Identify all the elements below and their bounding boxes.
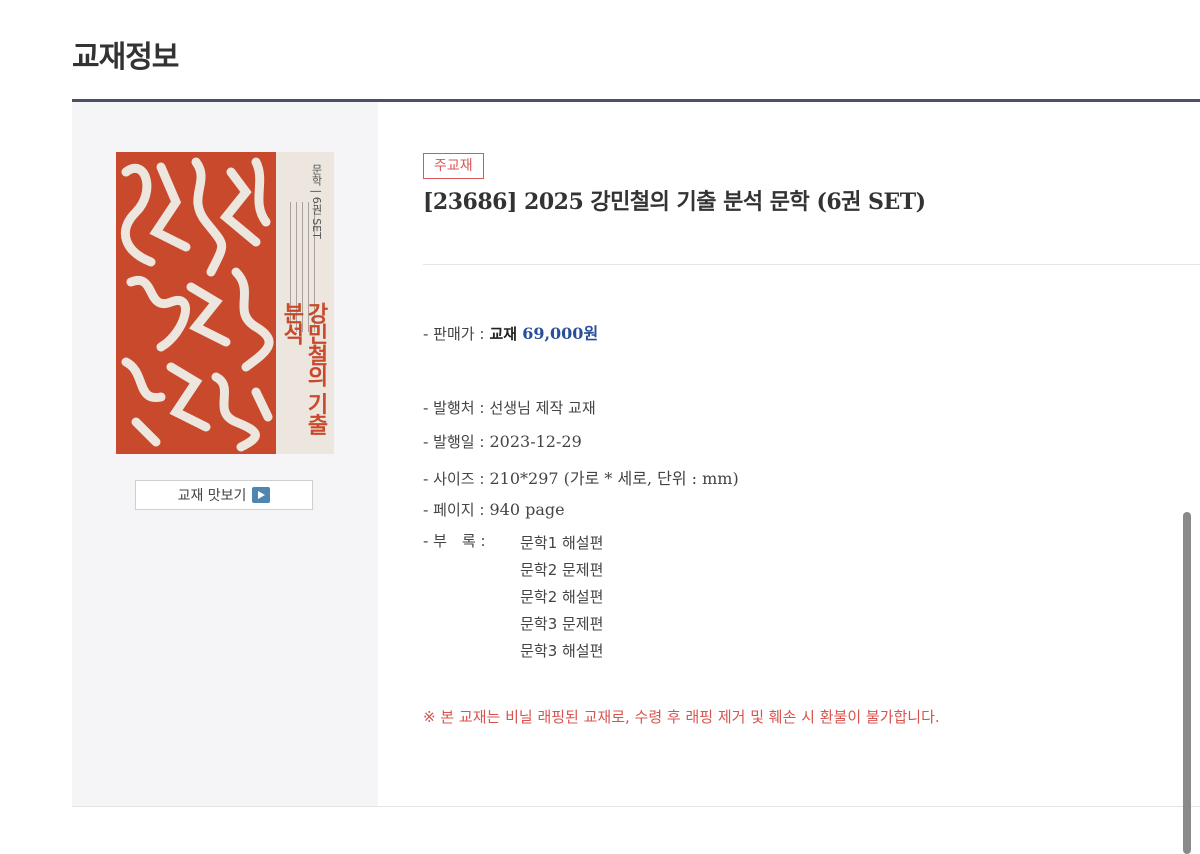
appendix-item: 문학3 해설편 xyxy=(520,642,604,660)
publisher-label: - 발행처 : xyxy=(423,399,485,417)
scrollbar[interactable] xyxy=(1183,512,1191,854)
appendix-label: - 부 록 : xyxy=(423,532,486,550)
main-textbook-badge: 주교재 xyxy=(423,153,484,179)
price-row: - 판매가 : 교재 69,000원 xyxy=(423,320,598,344)
size-row: - 사이즈 : 210*297 (가로 * 세로, 단위 : mm) xyxy=(423,465,739,489)
price-value: 69,000원 xyxy=(522,324,599,343)
pages-value: 940 page xyxy=(489,500,565,519)
refund-notice: ※ 본 교재는 비닐 래핑된 교재로, 수령 후 래핑 제거 및 훼손 시 환불… xyxy=(423,708,940,726)
bottom-divider xyxy=(72,806,1200,807)
info-divider xyxy=(423,264,1200,265)
appendix-item: 문학2 해설편 xyxy=(520,588,604,606)
price-label: - 판매가 : xyxy=(423,325,485,343)
pages-label: - 페이지 : xyxy=(423,501,485,519)
product-title: [23686] 2025 강민철의 기출 분석 문학 (6권 SET) xyxy=(423,189,926,215)
appendix-list: 문학1 해설편 문학2 문제편 문학2 해설편 문학3 문제편 문학3 해설편 xyxy=(520,530,603,665)
price-type: 교재 xyxy=(489,325,518,343)
date-row: - 발행일 : 2023-12-29 xyxy=(423,431,582,452)
preview-button-label: 교재 맛보기 xyxy=(177,488,247,504)
size-value: 210*297 (가로 * 세로, 단위 : mm) xyxy=(489,469,739,488)
appendix-row: - 부 록 : 문학1 해설편 문학2 문제편 문학2 해설편 문학3 문제편 … xyxy=(423,530,603,665)
page-title: 교재정보 xyxy=(72,40,179,75)
book-cover-image: 문학 | 6권 SET 강민철의 기출분석 xyxy=(116,152,334,454)
play-icon xyxy=(252,487,271,503)
publisher-row: - 발행처 : 선생님 제작 교재 xyxy=(423,397,596,418)
preview-button[interactable]: 교재 맛보기 xyxy=(135,480,313,510)
appendix-item: 문학3 문제편 xyxy=(520,615,604,633)
pages-row: - 페이지 : 940 page xyxy=(423,499,565,520)
size-label: - 사이즈 : xyxy=(423,470,485,488)
cover-title: 강민철의 기출분석 xyxy=(278,302,329,435)
date-label: - 발행일 : xyxy=(423,433,485,451)
appendix-item: 문학2 문제편 xyxy=(520,561,604,579)
appendix-item: 문학1 해설편 xyxy=(520,534,604,552)
date-value: 2023-12-29 xyxy=(489,432,582,451)
publisher-value: 선생님 제작 교재 xyxy=(489,399,596,417)
cover-subtitle: 문학 | 6권 SET xyxy=(310,164,323,239)
